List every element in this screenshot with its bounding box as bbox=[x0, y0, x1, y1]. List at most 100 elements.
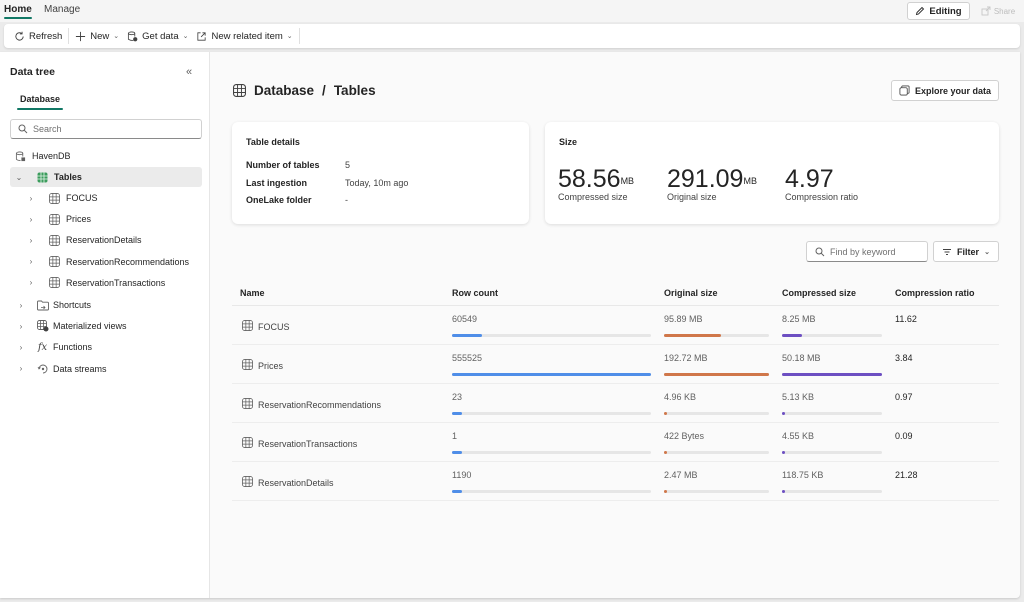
tree-item-table[interactable]: › ReservationRecommendations bbox=[10, 252, 202, 272]
original-size-bar-fill bbox=[664, 373, 769, 376]
column-header-original-size[interactable]: Original size bbox=[664, 288, 718, 298]
top-tab-bar: Home Manage Editing Share bbox=[0, 0, 1024, 22]
stat-original-size: 291.09MB Original size bbox=[667, 166, 757, 202]
table-name-cell[interactable]: ReservationDetails bbox=[242, 476, 334, 489]
plus-icon bbox=[76, 31, 86, 41]
original-size-bar-fill bbox=[664, 451, 668, 454]
row-count-bar bbox=[452, 451, 651, 454]
breadcrumb-database[interactable]: Database bbox=[254, 83, 314, 98]
new-related-item-label: New related item bbox=[211, 30, 283, 42]
find-placeholder: Find by keyword bbox=[830, 246, 896, 257]
compressed-size-bar bbox=[782, 373, 882, 376]
table-icon bbox=[242, 359, 253, 372]
table-name-cell[interactable]: Prices bbox=[242, 359, 283, 372]
column-header-compressed-size[interactable]: Compressed size bbox=[782, 288, 856, 298]
tree-item-label: Shortcuts bbox=[53, 300, 92, 310]
table-name-cell[interactable]: ReservationRecommendations bbox=[242, 398, 381, 411]
original-size-bar-fill bbox=[664, 334, 721, 337]
row-count-value: 1190 bbox=[452, 470, 472, 480]
chevron-right-icon[interactable]: › bbox=[16, 364, 26, 373]
database-label: HavenDB bbox=[32, 151, 71, 161]
new-related-item-button[interactable]: New related item ⌄ bbox=[192, 26, 296, 46]
search-icon bbox=[815, 247, 825, 256]
table-header-row: Name Row count Original size Compressed … bbox=[232, 280, 999, 306]
chevron-right-icon[interactable]: › bbox=[16, 343, 26, 352]
filter-button[interactable]: Filter ⌄ bbox=[933, 241, 999, 262]
tree-item-table[interactable]: › FOCUS bbox=[10, 188, 202, 208]
editing-button[interactable]: Editing bbox=[907, 2, 970, 20]
row-count-bar-fill bbox=[452, 490, 462, 493]
table-row[interactable]: ReservationRecommendations 23 4.96 KB 5.13 … bbox=[232, 384, 999, 423]
data-stream-icon bbox=[36, 363, 49, 375]
tab-home[interactable]: Home bbox=[4, 4, 32, 19]
column-header-compression-ratio[interactable]: Compression ratio bbox=[895, 288, 975, 298]
chevron-right-icon[interactable]: › bbox=[26, 236, 36, 245]
tree-item-materialized-views[interactable]: › Materialized views bbox=[10, 316, 202, 336]
tables-grid: Name Row count Original size Compressed … bbox=[232, 280, 999, 501]
function-icon: fx bbox=[37, 341, 48, 353]
compressed-size-bar-fill bbox=[782, 334, 802, 337]
chevron-down-icon[interactable]: ⌄ bbox=[14, 173, 24, 182]
stat-value: 291.09 bbox=[667, 165, 744, 193]
tree-item-data-streams[interactable]: › Data streams bbox=[10, 359, 202, 379]
table-row[interactable]: ReservationDetails 1190 2.47 MB 118.75 KB 21… bbox=[232, 462, 999, 501]
tree-item-tables[interactable]: ⌄ Tables bbox=[10, 167, 202, 187]
find-by-keyword-input[interactable]: Find by keyword bbox=[806, 241, 928, 262]
tab-database[interactable]: Database bbox=[16, 94, 64, 110]
table-details-card: Table details Number of tables 5 Last in… bbox=[232, 122, 529, 224]
breadcrumb-separator: / bbox=[322, 83, 326, 98]
table-row[interactable]: FOCUS 60549 95.89 MB 8.25 MB 11.62 bbox=[232, 306, 999, 345]
stat-label: Compression ratio bbox=[785, 192, 859, 202]
filter-label: Filter bbox=[957, 246, 980, 257]
filter-icon bbox=[943, 248, 952, 255]
tree-item-label: Prices bbox=[66, 214, 92, 225]
table-name-cell[interactable]: ReservationTransactions bbox=[242, 437, 357, 450]
stat-compressed-size: 58.56MB Compressed size bbox=[558, 166, 634, 202]
sidebar-title: Data tree bbox=[10, 66, 55, 78]
tree-item-table[interactable]: › ReservationDetails bbox=[10, 230, 202, 250]
table-name: ReservationRecommendations bbox=[258, 399, 382, 410]
chevron-right-icon[interactable]: › bbox=[26, 257, 36, 266]
compressed-size-bar bbox=[782, 490, 882, 493]
row-count-bar bbox=[452, 412, 651, 415]
refresh-button[interactable]: Refresh bbox=[10, 26, 66, 46]
tree-item-functions[interactable]: › fx Functions bbox=[10, 337, 202, 357]
original-size-value: 4.96 KB bbox=[664, 392, 697, 402]
tree-item-label: FOCUS bbox=[66, 193, 98, 203]
tree-item-table[interactable]: › ReservationTransactions bbox=[10, 273, 202, 293]
tab-manage[interactable]: Manage bbox=[44, 4, 80, 15]
chevron-right-icon[interactable]: › bbox=[26, 278, 36, 287]
original-size-bar-fill bbox=[664, 412, 668, 415]
table-row[interactable]: ReservationTransactions 1 422 Bytes 4.55 KB… bbox=[232, 423, 999, 462]
column-header-name[interactable]: Name bbox=[240, 288, 265, 298]
tree-item-database[interactable]: HavenDB bbox=[10, 146, 202, 166]
compressed-size-value: 5.13 KB bbox=[782, 392, 815, 402]
chevron-right-icon[interactable]: › bbox=[26, 194, 36, 203]
refresh-label: Refresh bbox=[29, 30, 63, 42]
new-button[interactable]: New ⌄ bbox=[71, 26, 123, 46]
explore-icon bbox=[899, 85, 910, 96]
table-icon bbox=[48, 277, 60, 289]
explore-your-data-button[interactable]: Explore your data bbox=[891, 80, 999, 101]
chevron-right-icon[interactable]: › bbox=[16, 301, 26, 310]
sidebar-search-input[interactable]: Search bbox=[10, 119, 202, 139]
table-icon bbox=[242, 320, 253, 333]
table-row[interactable]: Prices 555525 192.72 MB 50.18 MB 3.84 bbox=[232, 345, 999, 384]
share-button[interactable]: Share bbox=[977, 2, 1019, 20]
tree-item-shortcuts[interactable]: › Shortcuts bbox=[10, 295, 202, 315]
collapse-sidebar-icon[interactable]: « bbox=[186, 66, 192, 78]
table-name-cell[interactable]: FOCUS bbox=[242, 320, 290, 333]
compressed-size-value: 50.18 MB bbox=[782, 353, 821, 363]
tree-item-table[interactable]: › Prices bbox=[10, 209, 202, 229]
get-data-button[interactable]: Get data ⌄ bbox=[123, 26, 192, 46]
table-icon bbox=[48, 192, 60, 204]
compressed-size-bar-fill bbox=[782, 412, 785, 415]
chevron-right-icon[interactable]: › bbox=[16, 322, 26, 331]
chevron-right-icon[interactable]: › bbox=[26, 215, 36, 224]
table-icon bbox=[242, 476, 253, 489]
column-header-row-count[interactable]: Row count bbox=[452, 288, 498, 298]
new-label: New bbox=[90, 30, 110, 42]
chevron-down-icon: ⌄ bbox=[984, 248, 990, 256]
shortcut-folder-icon bbox=[36, 299, 49, 311]
table-icon bbox=[242, 398, 253, 411]
